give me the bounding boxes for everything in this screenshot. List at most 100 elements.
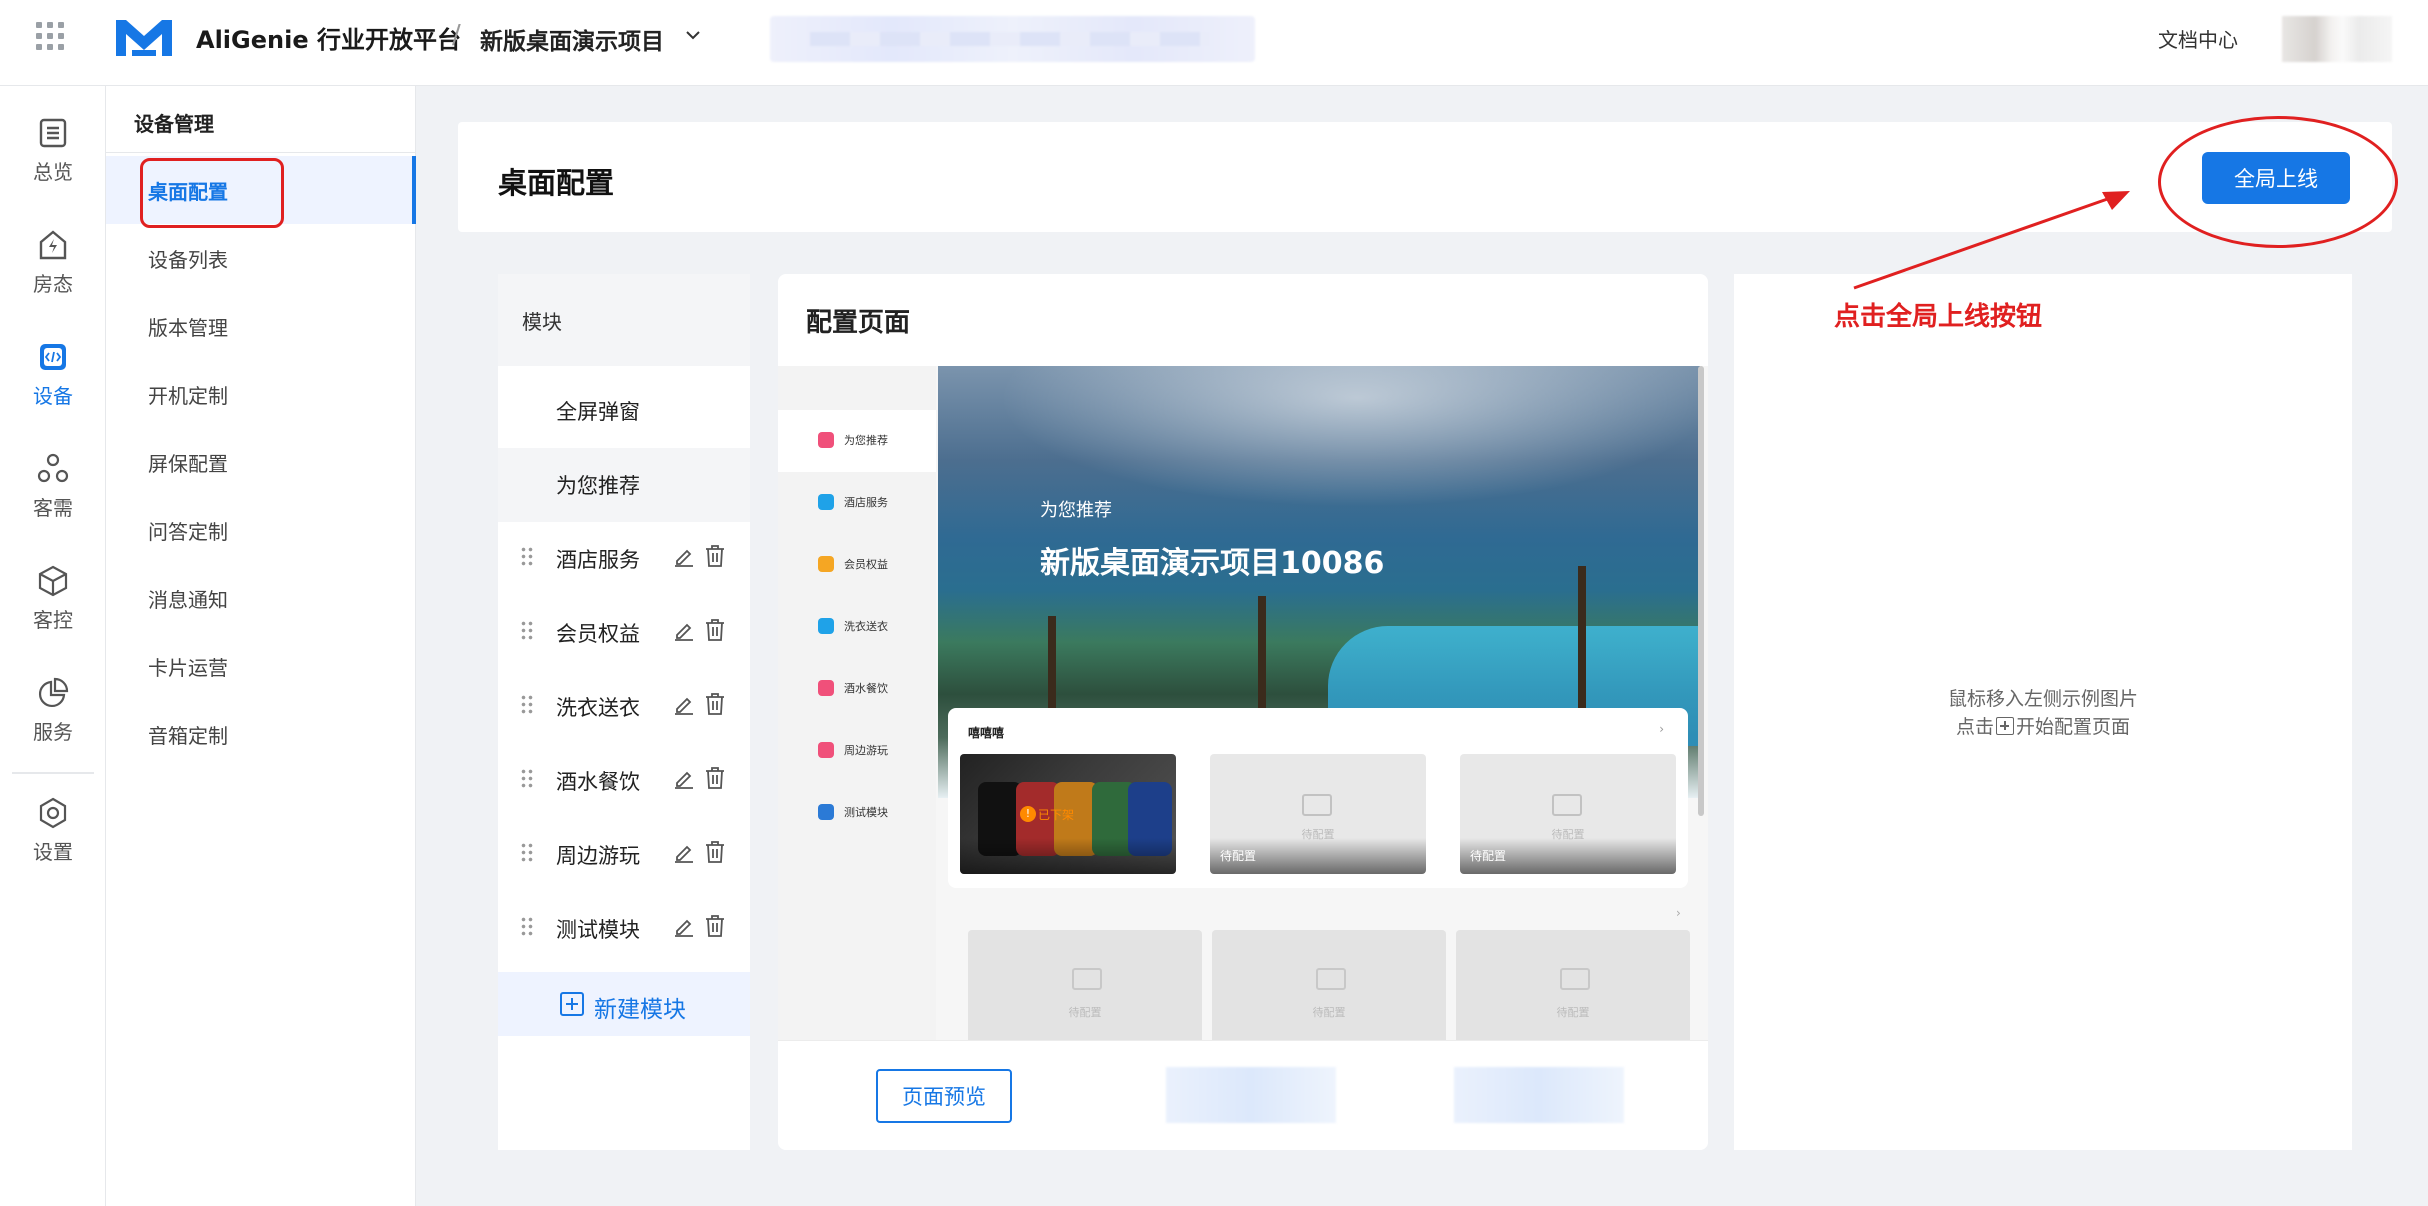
preview-tile[interactable]: 待配置 待配置 (1210, 754, 1426, 874)
subnav-item-boot-customization[interactable]: 开机定制 (148, 380, 228, 409)
trash-icon[interactable] (704, 840, 726, 864)
rail-item-overview[interactable]: 总览 (0, 116, 106, 212)
page-preview-button[interactable]: 页面预览 (876, 1069, 1012, 1123)
module-name: 洗衣送衣 (556, 696, 640, 720)
trash-icon[interactable] (704, 618, 726, 642)
preview-tile[interactable]: ! 已下架 (960, 754, 1176, 874)
module-item[interactable]: 酒店服务 (498, 522, 750, 596)
rail-item-room-status[interactable]: 房态 (0, 228, 106, 324)
module-name: 会员权益 (556, 622, 640, 646)
module-item-fullscreen-popup[interactable]: 全屏弹窗 (498, 374, 750, 448)
pie-chart-icon (38, 677, 69, 708)
module-name: 为您推荐 (556, 474, 640, 498)
subnav-item-notifications[interactable]: 消息通知 (148, 584, 228, 613)
edit-icon[interactable] (672, 544, 696, 568)
tile-footer (960, 838, 1176, 874)
drag-handle-icon[interactable] (520, 916, 534, 938)
placeholder-label: 待配置 (1312, 1006, 1346, 1019)
subnav-item-device-list[interactable]: 设备列表 (148, 244, 228, 273)
edit-icon[interactable] (672, 840, 696, 864)
preview-nav-item[interactable]: 洗衣送衣 (778, 596, 936, 658)
aligenie-logo-icon[interactable] (112, 16, 176, 60)
subnav-active-indicator (412, 156, 416, 224)
people-icon (37, 453, 69, 483)
preview-tile[interactable]: 待配置 待配置 (1460, 754, 1676, 874)
config-footer: 页面预览 (778, 1040, 1708, 1150)
drag-handle-icon[interactable] (520, 694, 534, 716)
subnav-item-screensaver[interactable]: 屏保配置 (148, 448, 228, 477)
chevron-right-icon[interactable]: › (1676, 906, 1681, 920)
drag-handle-icon[interactable] (520, 768, 534, 790)
edit-icon[interactable] (672, 692, 696, 716)
preview-nav-label: 测试模块 (844, 806, 888, 819)
module-item-recommended[interactable]: 为您推荐 (498, 448, 750, 522)
new-module-button[interactable]: 新建模块 (498, 972, 750, 1036)
preview-nav-item[interactable]: 测试模块 (778, 782, 936, 844)
nav-dot-icon (818, 494, 834, 510)
apps-grid-icon[interactable] (36, 22, 64, 50)
preview-nav-item[interactable]: 酒店服务 (778, 472, 936, 534)
module-item[interactable]: 酒水餐饮 (498, 744, 750, 818)
page-title: 桌面配置 (498, 166, 615, 200)
image-placeholder-icon (1072, 968, 1102, 990)
trash-icon[interactable] (704, 914, 726, 938)
chevron-right-icon[interactable]: › (1659, 722, 1664, 736)
chevron-down-icon[interactable] (684, 26, 702, 44)
preview-nav-item[interactable]: 为您推荐 (778, 410, 936, 472)
blurred-button[interactable] (1454, 1067, 1624, 1123)
preview-nav-label: 酒水餐饮 (844, 682, 888, 695)
subnav-item-card-operations[interactable]: 卡片运营 (148, 652, 228, 681)
rail-label: 服务 (33, 720, 73, 744)
module-name: 全屏弹窗 (556, 400, 640, 424)
preview-tile[interactable]: 待配置 (968, 930, 1202, 1040)
module-item[interactable]: 周边游玩 (498, 818, 750, 892)
hero-subtitle: 为您推荐 (1040, 500, 1112, 521)
sub-navigation: 设备管理 桌面配置 设备列表 版本管理 开机定制 屏保配置 问答定制 消息通知 … (106, 86, 416, 1206)
tile-label: 待配置 (1470, 849, 1507, 863)
drag-handle-icon[interactable] (520, 620, 534, 642)
nav-dot-icon (818, 618, 834, 634)
preview-tile[interactable]: 待配置 (1456, 930, 1690, 1040)
subnav-item-qa-customization[interactable]: 问答定制 (148, 516, 228, 545)
edit-icon[interactable] (672, 766, 696, 790)
rail-item-service[interactable]: 服务 (0, 676, 106, 772)
trash-icon[interactable] (704, 544, 726, 568)
module-item[interactable]: 会员权益 (498, 596, 750, 670)
icon-rail: 总览 房态 设备 客需 客控 服务 设置 (0, 86, 106, 1206)
nav-dot-icon (818, 742, 834, 758)
module-item[interactable]: 测试模块 (498, 892, 750, 966)
rail-item-device[interactable]: 设备 (0, 340, 106, 436)
avatar[interactable] (2282, 16, 2392, 62)
rail-divider (12, 772, 94, 774)
rail-item-guest-control[interactable]: 客控 (0, 564, 106, 660)
hint-text-line2: 点击 开始配置页面 (1734, 712, 2352, 739)
module-name: 酒店服务 (556, 548, 640, 572)
rail-item-guest-needs[interactable]: 客需 (0, 452, 106, 548)
project-selector[interactable]: 新版桌面演示项目 (480, 22, 664, 56)
edit-icon[interactable] (672, 914, 696, 938)
drag-handle-icon[interactable] (520, 546, 534, 568)
config-page-title: 配置页面 (806, 308, 911, 338)
module-item[interactable]: 洗衣送衣 (498, 670, 750, 744)
hint-prefix: 点击 (1955, 716, 1994, 738)
preview-nav-item[interactable]: 酒水餐饮 (778, 658, 936, 720)
trash-icon[interactable] (704, 766, 726, 790)
preview-nav-item[interactable]: 会员权益 (778, 534, 936, 596)
preview-nav-item[interactable]: 周边游玩 (778, 720, 936, 782)
blurred-button[interactable] (1166, 1067, 1336, 1123)
config-detail-panel: 鼠标移入左侧示例图片 点击 开始配置页面 (1734, 274, 2352, 1150)
preview-nav-label: 洗衣送衣 (844, 620, 888, 633)
drag-handle-icon[interactable] (520, 842, 534, 864)
list-icon (39, 118, 67, 148)
breadcrumb-separator: / (452, 20, 461, 50)
doc-center-link[interactable]: 文档中心 (2158, 24, 2238, 53)
edit-icon[interactable] (672, 618, 696, 642)
gear-icon (39, 797, 67, 829)
subnav-item-speaker-customization[interactable]: 音箱定制 (148, 720, 228, 749)
preview-scrollbar[interactable] (1698, 366, 1704, 816)
preview-card-row[interactable]: 嘻嘻嘻 › ! 已下架 待配置 待配置 待配置 待配置 (948, 708, 1688, 888)
trash-icon[interactable] (704, 692, 726, 716)
rail-item-settings[interactable]: 设置 (0, 796, 106, 892)
subnav-item-version-management[interactable]: 版本管理 (148, 312, 228, 341)
preview-tile[interactable]: 待配置 (1212, 930, 1446, 1040)
